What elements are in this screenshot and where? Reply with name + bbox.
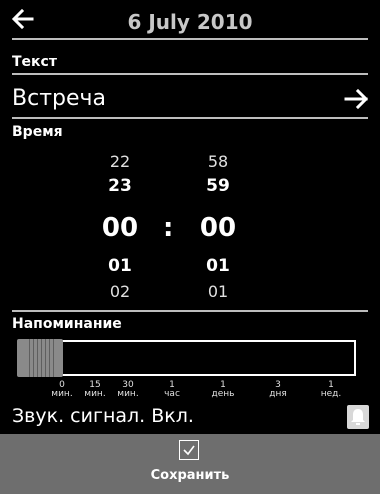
sound-signal-label[interactable]: Звук. сигнал. Вкл. — [12, 405, 194, 427]
reminder-tick: 1 день — [203, 381, 243, 399]
minute-below-1[interactable]: 01 — [178, 256, 258, 276]
tick-unit: день — [211, 389, 235, 399]
hour-selected[interactable]: 00 — [80, 213, 160, 243]
arrow-right-icon[interactable] — [344, 88, 370, 110]
tick-unit: мин. — [117, 389, 139, 399]
minute-above-2[interactable]: 58 — [178, 152, 258, 171]
reminder-section-divider — [12, 310, 368, 312]
header-divider — [12, 38, 368, 40]
hour-above-2[interactable]: 22 — [80, 152, 160, 171]
tick-unit: дня — [269, 389, 287, 399]
reminder-section-label: Напоминание — [12, 316, 122, 332]
minute-selected[interactable]: 00 — [178, 213, 258, 243]
reminder-tick: 3 дня — [258, 381, 298, 399]
slider-grip-line — [37, 339, 38, 377]
checkmark-icon — [183, 445, 195, 456]
time-separator: : — [163, 213, 174, 243]
reminder-slider-track[interactable] — [18, 340, 356, 376]
hour-above-1[interactable]: 23 — [80, 176, 160, 196]
reminder-tick: 1 час — [152, 381, 192, 399]
header-bar: 6 July 2010 — [0, 0, 380, 42]
bell-icon — [351, 409, 365, 425]
minute-above-1[interactable]: 59 — [178, 176, 258, 196]
save-checkbox[interactable] — [179, 440, 199, 460]
text-value-field[interactable]: Встреча — [12, 86, 106, 111]
reminder-tick: 1 нед. — [311, 381, 351, 399]
time-section-divider-top — [12, 117, 368, 119]
reminder-slider-thumb[interactable] — [17, 339, 63, 377]
slider-grip-line — [53, 339, 54, 377]
tick-unit: нед. — [320, 389, 342, 399]
text-section-divider — [12, 73, 368, 75]
hour-below-1[interactable]: 01 — [80, 256, 160, 276]
minute-below-2[interactable]: 01 — [178, 282, 258, 301]
slider-grip-line — [49, 339, 50, 377]
bell-button[interactable] — [347, 405, 369, 429]
reminder-tick: 30 мин. — [108, 381, 148, 399]
time-section-label: Время — [12, 124, 63, 140]
hour-below-2[interactable]: 02 — [80, 282, 160, 301]
save-button[interactable]: Сохранить — [0, 468, 380, 483]
tick-unit: час — [164, 389, 180, 399]
slider-grip-line — [33, 339, 34, 377]
slider-grip-line — [41, 339, 42, 377]
page-title: 6 July 2010 — [127, 10, 253, 34]
slider-grip-line — [45, 339, 46, 377]
slider-grip-line — [29, 339, 30, 377]
text-section-label: Текст — [12, 54, 57, 70]
